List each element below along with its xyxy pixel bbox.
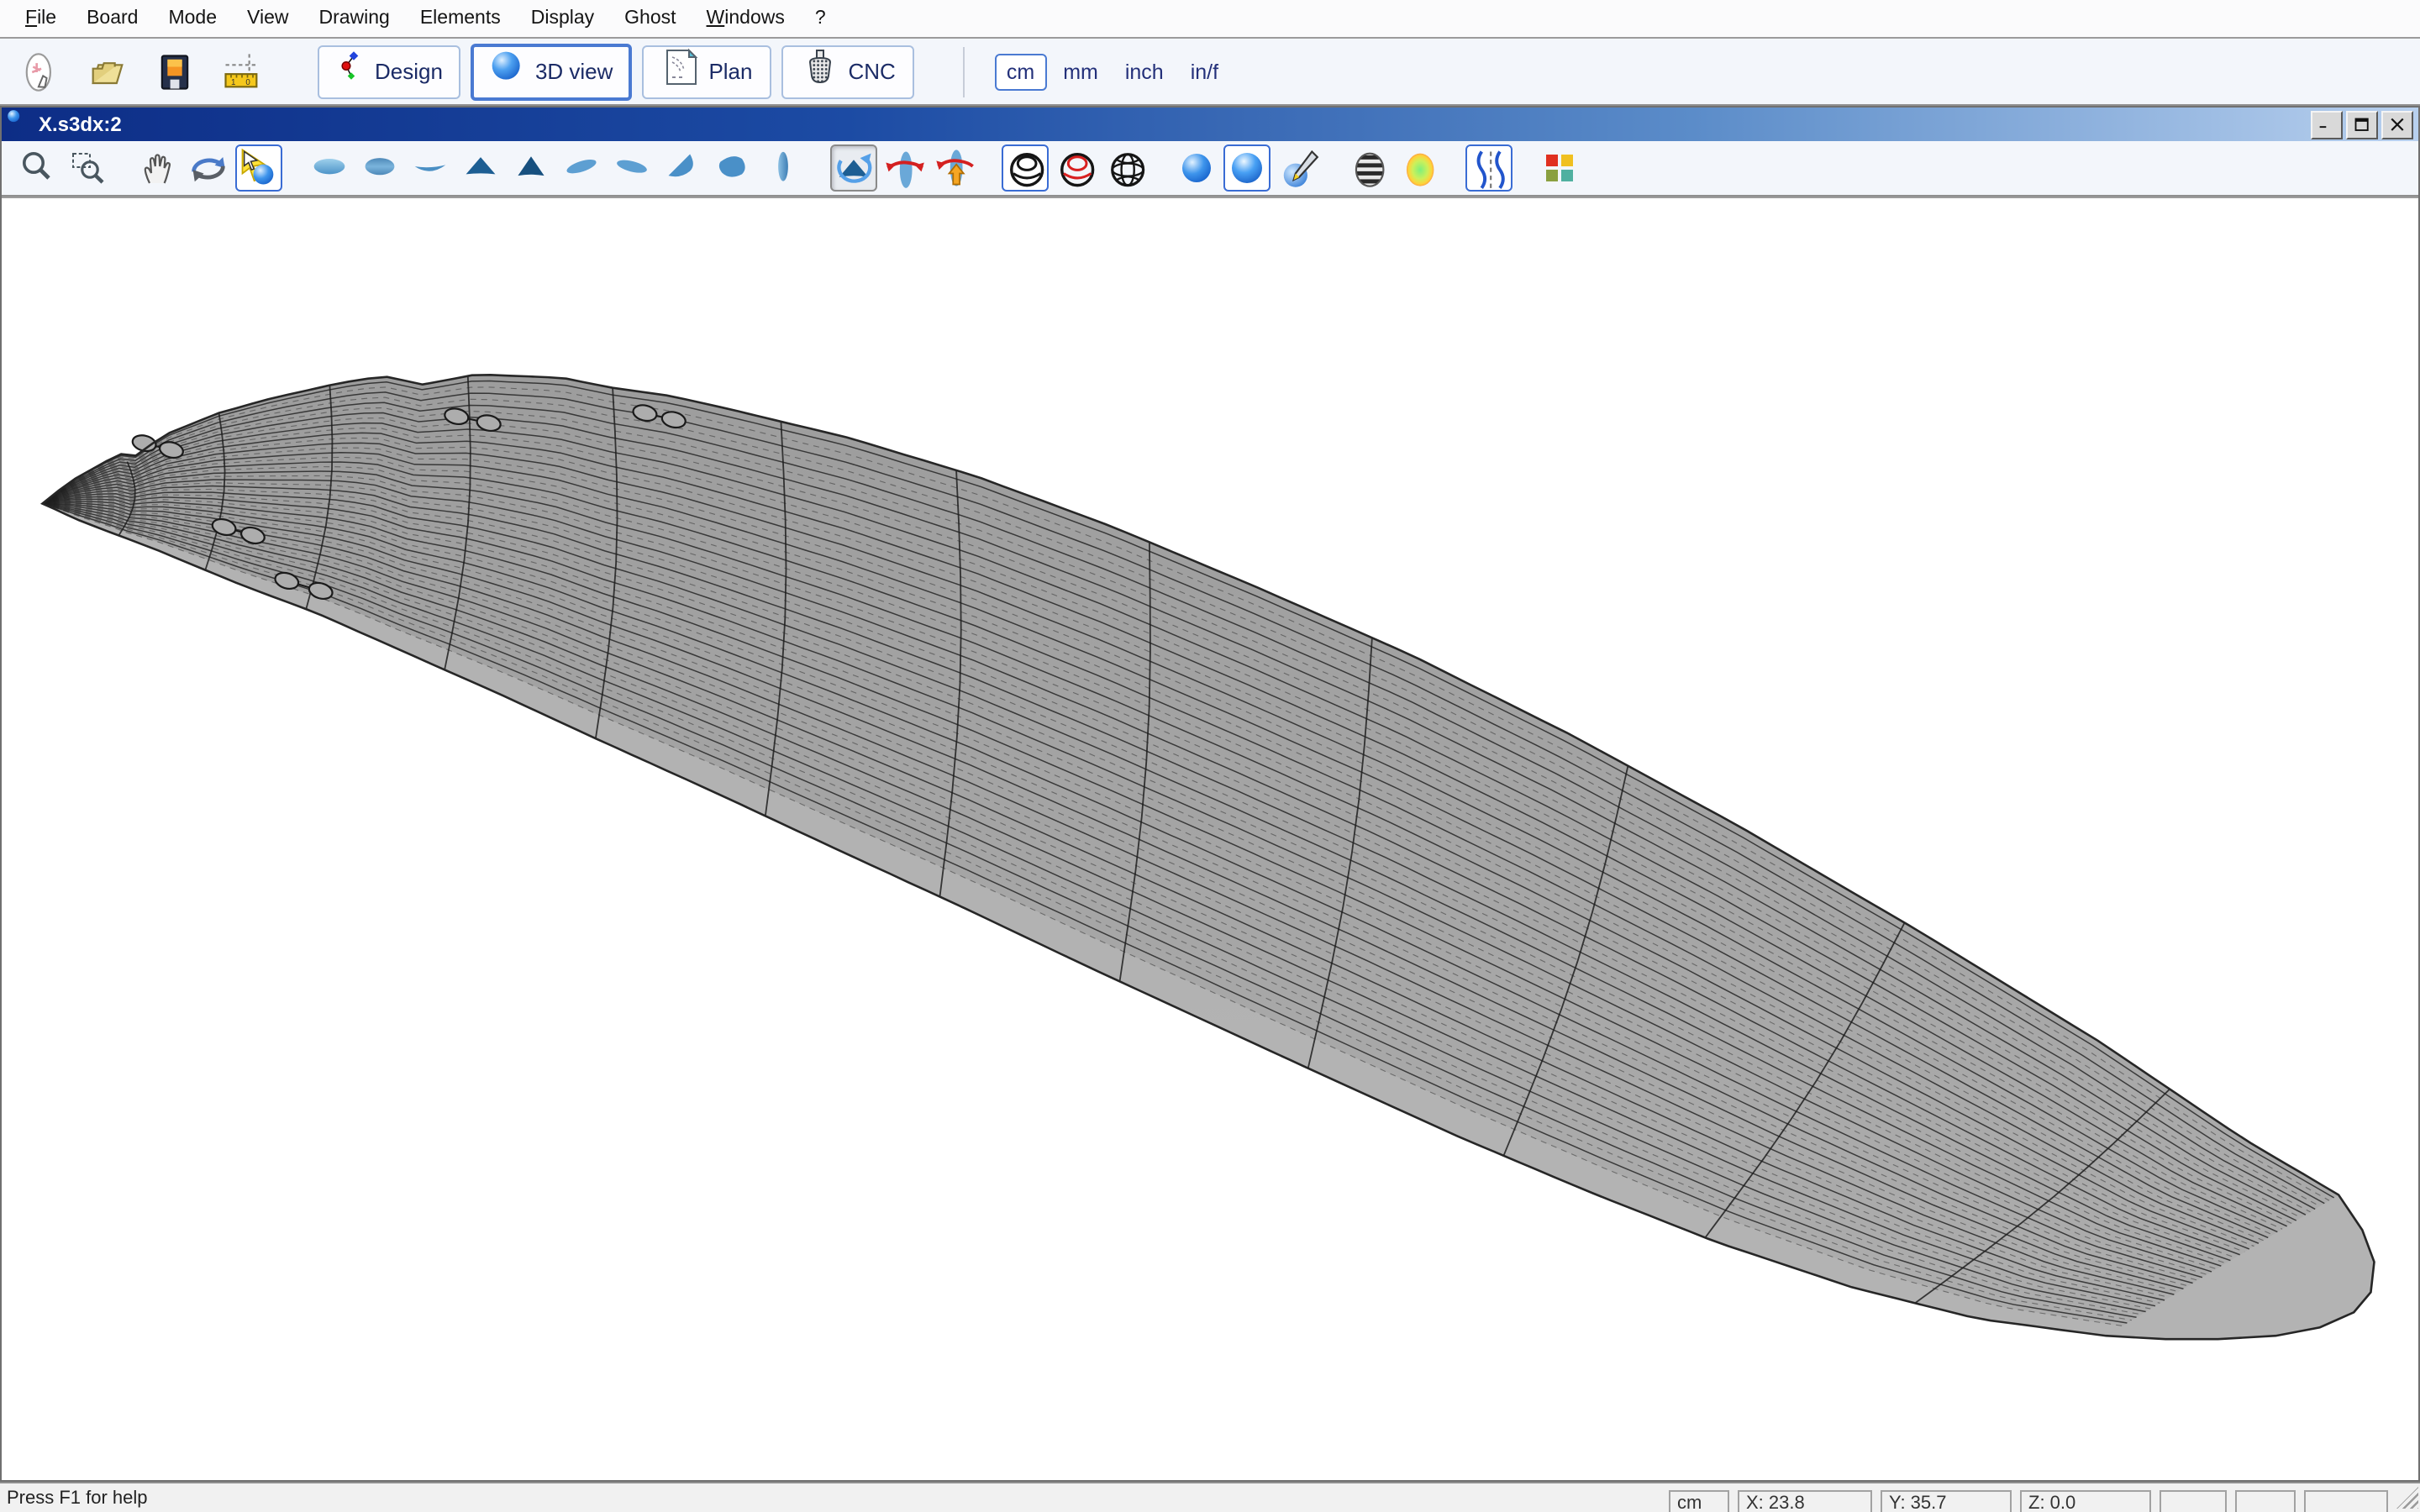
menu-view[interactable]: View xyxy=(232,5,303,32)
design-icon xyxy=(336,49,366,94)
view-side-icon[interactable] xyxy=(407,144,454,192)
status-bar: Press F1 for help cm X: 23.8 Y: 35.7 Z: 0.0 xyxy=(0,1482,2420,1512)
measure-icon[interactable]: 10 xyxy=(217,46,267,97)
unit-option-cm[interactable]: cm xyxy=(995,53,1046,90)
zoom-region-icon[interactable] xyxy=(64,144,111,192)
view-end-icon[interactable] xyxy=(760,144,807,192)
save-icon[interactable] xyxy=(150,46,200,97)
mode-button-cnc[interactable]: CNC xyxy=(781,45,914,98)
application-window: FileBoardModeViewDrawingElementsDisplayG… xyxy=(0,0,2420,1512)
minimize-button[interactable] xyxy=(2311,110,2343,139)
status-panel-empty xyxy=(2160,1490,2227,1512)
zoom-icon[interactable] xyxy=(13,144,60,192)
cnc-icon xyxy=(800,47,840,96)
menu-bar: FileBoardModeViewDrawingElementsDisplayG… xyxy=(0,0,2420,39)
svg-text:1: 1 xyxy=(231,77,235,87)
unit-option-inch[interactable]: inch xyxy=(1115,55,1174,88)
rotate-view-icon[interactable] xyxy=(185,144,232,192)
view-front-icon[interactable] xyxy=(457,144,504,192)
unit-option-in-f[interactable]: in/f xyxy=(1181,55,1228,88)
status-panel-empty xyxy=(2235,1490,2296,1512)
document-title: X.s3dx:2 xyxy=(39,113,2307,136)
close-button[interactable] xyxy=(2381,110,2413,139)
menu-file[interactable]: File xyxy=(10,5,71,32)
status-panel-cm: cm xyxy=(1669,1490,1729,1512)
shaded2-icon[interactable] xyxy=(1223,144,1270,192)
view-bottom-icon[interactable] xyxy=(356,144,403,192)
menu-display[interactable]: Display xyxy=(516,5,609,32)
spin-h-icon[interactable] xyxy=(881,144,928,192)
flow-lines-icon[interactable] xyxy=(1465,144,1512,192)
document-title-bar[interactable]: X.s3dx:2 xyxy=(2,108,2418,141)
view-back-icon[interactable] xyxy=(508,144,555,192)
maximize-button[interactable] xyxy=(2346,110,2378,139)
menu-elements[interactable]: Elements xyxy=(405,5,516,32)
mode-label: CNC xyxy=(849,59,896,84)
plan-icon xyxy=(660,47,700,96)
status-panel-z: Z: 0.0 xyxy=(2020,1490,2151,1512)
view-persp2-icon[interactable] xyxy=(608,144,655,192)
curvature-icon[interactable] xyxy=(1395,144,1442,192)
view-persp1-icon[interactable] xyxy=(558,144,605,192)
menu-windows[interactable]: Windows xyxy=(692,5,800,32)
view3d-icon xyxy=(490,49,527,94)
resize-grip[interactable] xyxy=(2396,1487,2418,1509)
spin-v-icon[interactable] xyxy=(931,144,978,192)
mesh-icon[interactable] xyxy=(1102,144,1150,192)
view-persp3-icon[interactable] xyxy=(659,144,706,192)
view-persp4-icon[interactable] xyxy=(709,144,756,192)
shaded-icon[interactable] xyxy=(1173,144,1220,192)
status-help-text: Press F1 for help xyxy=(0,1488,1669,1508)
mode-button-design[interactable]: Design xyxy=(318,45,461,98)
main-toolbar: 10 Design 3D view Plan CNC cmmminchin/f xyxy=(0,39,2420,106)
document-window: X.s3dx:2 xyxy=(0,106,2420,1482)
view-top-icon[interactable] xyxy=(306,144,353,192)
menu-board[interactable]: Board xyxy=(71,5,153,32)
mode-button-3d-view[interactable]: 3D view xyxy=(471,43,632,100)
new-board-icon[interactable] xyxy=(15,46,66,97)
pan-icon[interactable] xyxy=(134,144,182,192)
document-icon xyxy=(7,108,30,140)
mode-label: Plan xyxy=(708,59,752,84)
menu-?[interactable]: ? xyxy=(800,5,841,32)
mode-label: Design xyxy=(375,59,443,84)
palette-icon[interactable] xyxy=(1536,144,1583,192)
pointer-tool-icon[interactable] xyxy=(235,144,282,192)
mode-button-plan[interactable]: Plan xyxy=(641,45,771,98)
rotate3d-icon[interactable] xyxy=(830,144,877,192)
units-selector: cmmminchin/f xyxy=(963,46,1228,97)
wireframe-red-icon[interactable] xyxy=(1052,144,1099,192)
status-panel-x: X: 23.8 xyxy=(1738,1490,1872,1512)
paint-icon[interactable] xyxy=(1274,144,1321,192)
menu-ghost[interactable]: Ghost xyxy=(609,5,691,32)
menu-drawing[interactable]: Drawing xyxy=(303,5,404,32)
status-panel-empty xyxy=(2304,1490,2388,1512)
wireframe-icon[interactable] xyxy=(1002,144,1049,192)
view-toolbar xyxy=(2,141,2418,197)
open-icon[interactable] xyxy=(82,46,133,97)
3d-viewport[interactable] xyxy=(2,197,2418,1480)
surfboard-3d-model[interactable] xyxy=(2,198,2418,1480)
zebra-icon[interactable] xyxy=(1344,144,1392,192)
status-panel-y: Y: 35.7 xyxy=(1881,1490,2012,1512)
svg-text:0: 0 xyxy=(245,77,250,87)
unit-option-mm[interactable]: mm xyxy=(1053,55,1108,88)
menu-mode[interactable]: Mode xyxy=(153,5,232,32)
mode-label: 3D view xyxy=(535,59,613,84)
